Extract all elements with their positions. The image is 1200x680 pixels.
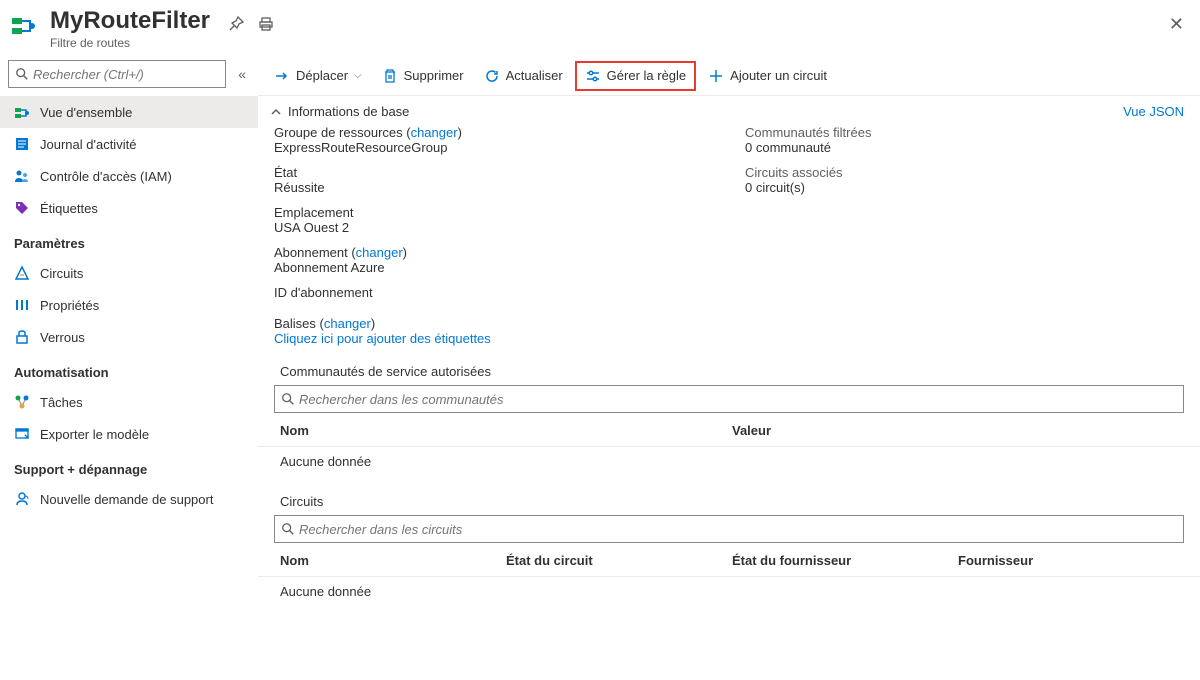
- sidebar-item-label: Circuits: [40, 266, 83, 281]
- plus-icon: [708, 68, 724, 84]
- delete-icon: [382, 68, 398, 84]
- rg-value-link[interactable]: ExpressRouteResourceGroup: [274, 140, 447, 155]
- sidebar-group-automation: Automatisation: [0, 353, 258, 386]
- properties-icon: [14, 297, 30, 313]
- sidebar-item-label: Tâches: [40, 395, 83, 410]
- sidebar: « Vue d'ensemble Journal d'activité Cont…: [0, 56, 258, 680]
- subscription-id-label: ID d'abonnement: [274, 285, 713, 300]
- circuits-icon: [14, 265, 30, 281]
- export-icon: [14, 426, 30, 442]
- circuits-no-data: Aucune donnée: [258, 576, 1200, 606]
- sidebar-item-label: Exporter le modèle: [40, 427, 149, 442]
- collapse-sidebar-icon[interactable]: «: [234, 66, 250, 82]
- filtered-communities-value: 0 communauté: [745, 140, 1184, 155]
- sidebar-search-input[interactable]: [33, 67, 219, 82]
- sidebar-item-export-template[interactable]: Exporter le modèle: [0, 418, 258, 450]
- essentials-title: Informations de base: [288, 104, 409, 119]
- content-pane: Déplacer ⌵ Supprimer Actualiser: [258, 56, 1200, 680]
- move-icon: [274, 68, 290, 84]
- circuits-section-title: Circuits: [258, 476, 1200, 515]
- sidebar-item-label: Vue d'ensemble: [40, 105, 132, 120]
- view-json-link[interactable]: Vue JSON: [1123, 104, 1184, 119]
- sidebar-item-circuits[interactable]: Circuits: [0, 257, 258, 289]
- print-icon[interactable]: [258, 16, 274, 32]
- filtered-communities-label: Communautés filtrées: [745, 125, 1184, 140]
- sidebar-item-new-support-request[interactable]: Nouvelle demande de support: [0, 483, 258, 515]
- sidebar-item-locks[interactable]: Verrous: [0, 321, 258, 353]
- search-icon: [281, 522, 295, 536]
- subscription-value-link[interactable]: Abonnement Azure: [274, 260, 385, 275]
- resource-icon: [8, 10, 40, 42]
- rg-change-link[interactable]: changer: [411, 125, 458, 140]
- page-subtitle: Filtre de routes: [50, 36, 210, 50]
- associated-circuits-label: Circuits associés: [745, 165, 1184, 180]
- sidebar-item-tasks[interactable]: Tâches: [0, 386, 258, 418]
- col-name: Nom: [280, 423, 732, 438]
- sidebar-group-settings: Paramètres: [0, 224, 258, 257]
- communities-section-title: Communautés de service autorisées: [258, 346, 1200, 385]
- col-provider-state: État du fournisseur: [732, 553, 958, 568]
- tag-icon: [14, 200, 30, 216]
- iam-icon: [14, 168, 30, 184]
- sub-change-link[interactable]: changer: [356, 245, 403, 260]
- tags-label: Balises (changer): [274, 316, 375, 331]
- col-provider: Fournisseur: [958, 553, 1184, 568]
- sidebar-item-label: Verrous: [40, 330, 85, 345]
- refresh-button[interactable]: Actualiser: [476, 61, 571, 91]
- sidebar-item-label: Propriétés: [40, 298, 99, 313]
- associated-circuits-value: 0 circuit(s): [745, 180, 1184, 195]
- sidebar-item-properties[interactable]: Propriétés: [0, 289, 258, 321]
- close-icon[interactable]: ✕: [1169, 14, 1184, 35]
- sidebar-item-activity-log[interactable]: Journal d'activité: [0, 128, 258, 160]
- tasks-icon: [14, 394, 30, 410]
- manage-rule-button[interactable]: Gérer la règle: [575, 61, 696, 91]
- circuits-search-input[interactable]: [299, 522, 1177, 537]
- settings-icon: [585, 68, 601, 84]
- communities-search-input[interactable]: [299, 392, 1177, 407]
- log-icon: [14, 136, 30, 152]
- move-button[interactable]: Déplacer ⌵: [266, 61, 370, 91]
- state-value: Réussite: [274, 180, 713, 195]
- rg-label: Groupe de ressources (changer): [274, 125, 713, 140]
- subscription-label: Abonnement (changer): [274, 245, 713, 260]
- sidebar-item-label: Nouvelle demande de support: [40, 492, 213, 507]
- chevron-up-icon[interactable]: [270, 106, 282, 118]
- add-circuit-button[interactable]: Ajouter un circuit: [700, 61, 835, 91]
- sidebar-group-support: Support + dépannage: [0, 450, 258, 483]
- tags-change-link[interactable]: changer: [324, 316, 371, 331]
- sidebar-item-label: Contrôle d'accès (IAM): [40, 169, 172, 184]
- overview-icon: [14, 104, 30, 120]
- sidebar-item-label: Étiquettes: [40, 201, 98, 216]
- col-circuit-state: État du circuit: [506, 553, 732, 568]
- location-label: Emplacement: [274, 205, 713, 220]
- sidebar-item-overview[interactable]: Vue d'ensemble: [0, 96, 258, 128]
- communities-search[interactable]: [274, 385, 1184, 413]
- support-icon: [14, 491, 30, 507]
- location-value: USA Ouest 2: [274, 220, 713, 235]
- lock-icon: [14, 329, 30, 345]
- page-header: MyRouteFilter Filtre de routes ✕: [0, 0, 1200, 56]
- communities-no-data: Aucune donnée: [258, 446, 1200, 476]
- refresh-icon: [484, 68, 500, 84]
- delete-button[interactable]: Supprimer: [374, 61, 472, 91]
- search-icon: [15, 67, 29, 81]
- state-label: État: [274, 165, 713, 180]
- toolbar: Déplacer ⌵ Supprimer Actualiser: [258, 56, 1200, 96]
- chevron-down-icon: ⌵: [354, 70, 362, 81]
- page-title: MyRouteFilter: [50, 8, 210, 34]
- add-tags-link[interactable]: Cliquez ici pour ajouter des étiquettes: [274, 331, 491, 346]
- search-icon: [281, 392, 295, 406]
- col-name: Nom: [280, 553, 506, 568]
- sidebar-item-label: Journal d'activité: [40, 137, 136, 152]
- sidebar-item-iam[interactable]: Contrôle d'accès (IAM): [0, 160, 258, 192]
- col-value: Valeur: [732, 423, 1184, 438]
- pin-icon[interactable]: [228, 16, 244, 32]
- sidebar-search[interactable]: [8, 60, 226, 88]
- sidebar-item-tags[interactable]: Étiquettes: [0, 192, 258, 224]
- circuits-search[interactable]: [274, 515, 1184, 543]
